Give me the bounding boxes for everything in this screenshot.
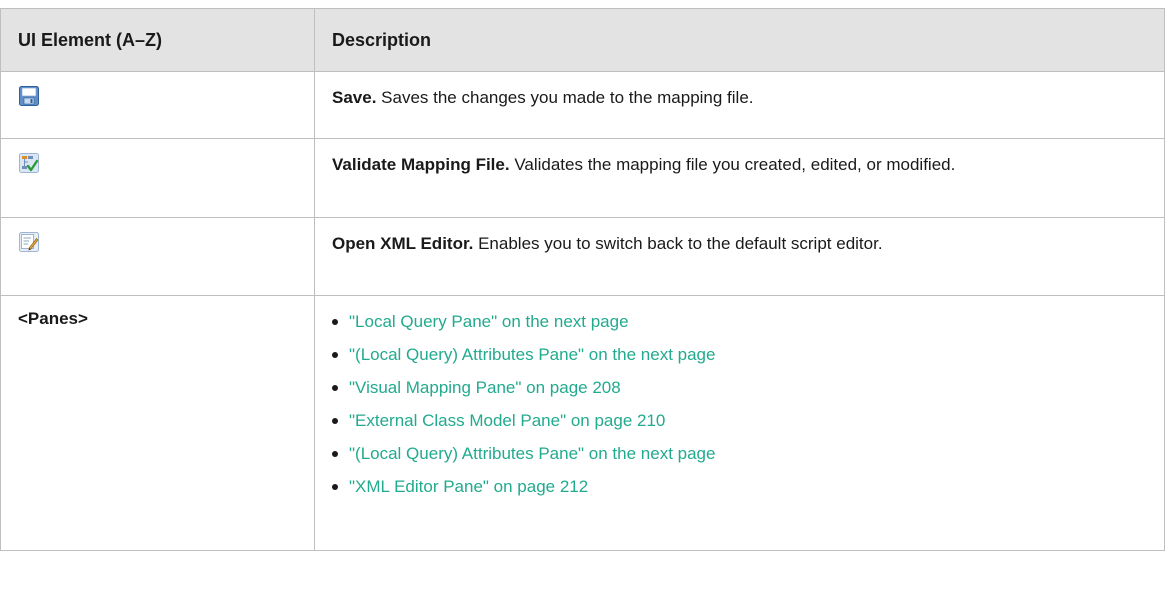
table-row-open-xml-editor: Open XML Editor. Enables you to switch b… [0,217,1165,296]
element-cell [0,71,315,139]
list-item: "External Class Model Pane" on page 210 [332,408,1146,441]
element-cell [0,217,315,296]
table-row-save: Save. Saves the changes you made to the … [0,71,1165,139]
table-row-panes: <Panes> "Local Query Pane" on the next p… [0,295,1165,551]
bullet-icon [332,451,338,457]
description-cell: Save. Saves the changes you made to the … [314,71,1165,139]
description-cell: Open XML Editor. Enables you to switch b… [314,217,1165,296]
link-external-class-model-pane[interactable]: "External Class Model Pane" on page 210 [349,411,665,430]
description-cell: "Local Query Pane" on the next page "(Lo… [314,295,1165,551]
open-xml-editor-title: Open XML Editor. [332,234,474,253]
bullet-icon [332,484,338,490]
list-item: "XML Editor Pane" on page 212 [332,474,1146,507]
validate-mapping-icon [18,152,40,174]
list-item: "(Local Query) Attributes Pane" on the n… [332,342,1146,375]
table-header-row: UI Element (A–Z) Description [0,8,1165,72]
link-visual-mapping-pane[interactable]: "Visual Mapping Pane" on page 208 [349,378,621,397]
save-title: Save. [332,88,377,107]
column-header-description: Description [314,8,1165,72]
column-header-element: UI Element (A–Z) [0,8,315,72]
ui-elements-table: UI Element (A–Z) Description Save. Saves… [0,8,1165,551]
bullet-icon [332,385,338,391]
link-local-query-attributes-pane[interactable]: "(Local Query) Attributes Pane" on the n… [349,345,715,364]
description-cell: Validate Mapping File. Validates the map… [314,138,1165,218]
save-description: Saves the changes you made to the mappin… [376,88,754,107]
table-row-validate: Validate Mapping File. Validates the map… [0,138,1165,218]
element-cell: <Panes> [0,295,315,551]
panes-element-label: <Panes> [18,309,88,328]
link-local-query-pane[interactable]: "Local Query Pane" on the next page [349,312,629,331]
bullet-icon [332,352,338,358]
link-xml-editor-pane[interactable]: "XML Editor Pane" on page 212 [349,477,588,496]
panes-link-list: "Local Query Pane" on the next page "(Lo… [332,309,1146,507]
link-local-query-attributes-pane-2[interactable]: "(Local Query) Attributes Pane" on the n… [349,444,715,463]
validate-title: Validate Mapping File. [332,155,510,174]
list-item: "Local Query Pane" on the next page [332,309,1146,342]
list-item: "(Local Query) Attributes Pane" on the n… [332,441,1146,474]
open-xml-editor-icon [18,231,40,253]
validate-description: Validates the mapping file you created, … [509,155,956,174]
list-item: "Visual Mapping Pane" on page 208 [332,375,1146,408]
open-xml-editor-description: Enables you to switch back to the defaul… [473,234,883,253]
bullet-icon [332,319,338,325]
element-cell [0,138,315,218]
bullet-icon [332,418,338,424]
save-icon [18,85,40,107]
